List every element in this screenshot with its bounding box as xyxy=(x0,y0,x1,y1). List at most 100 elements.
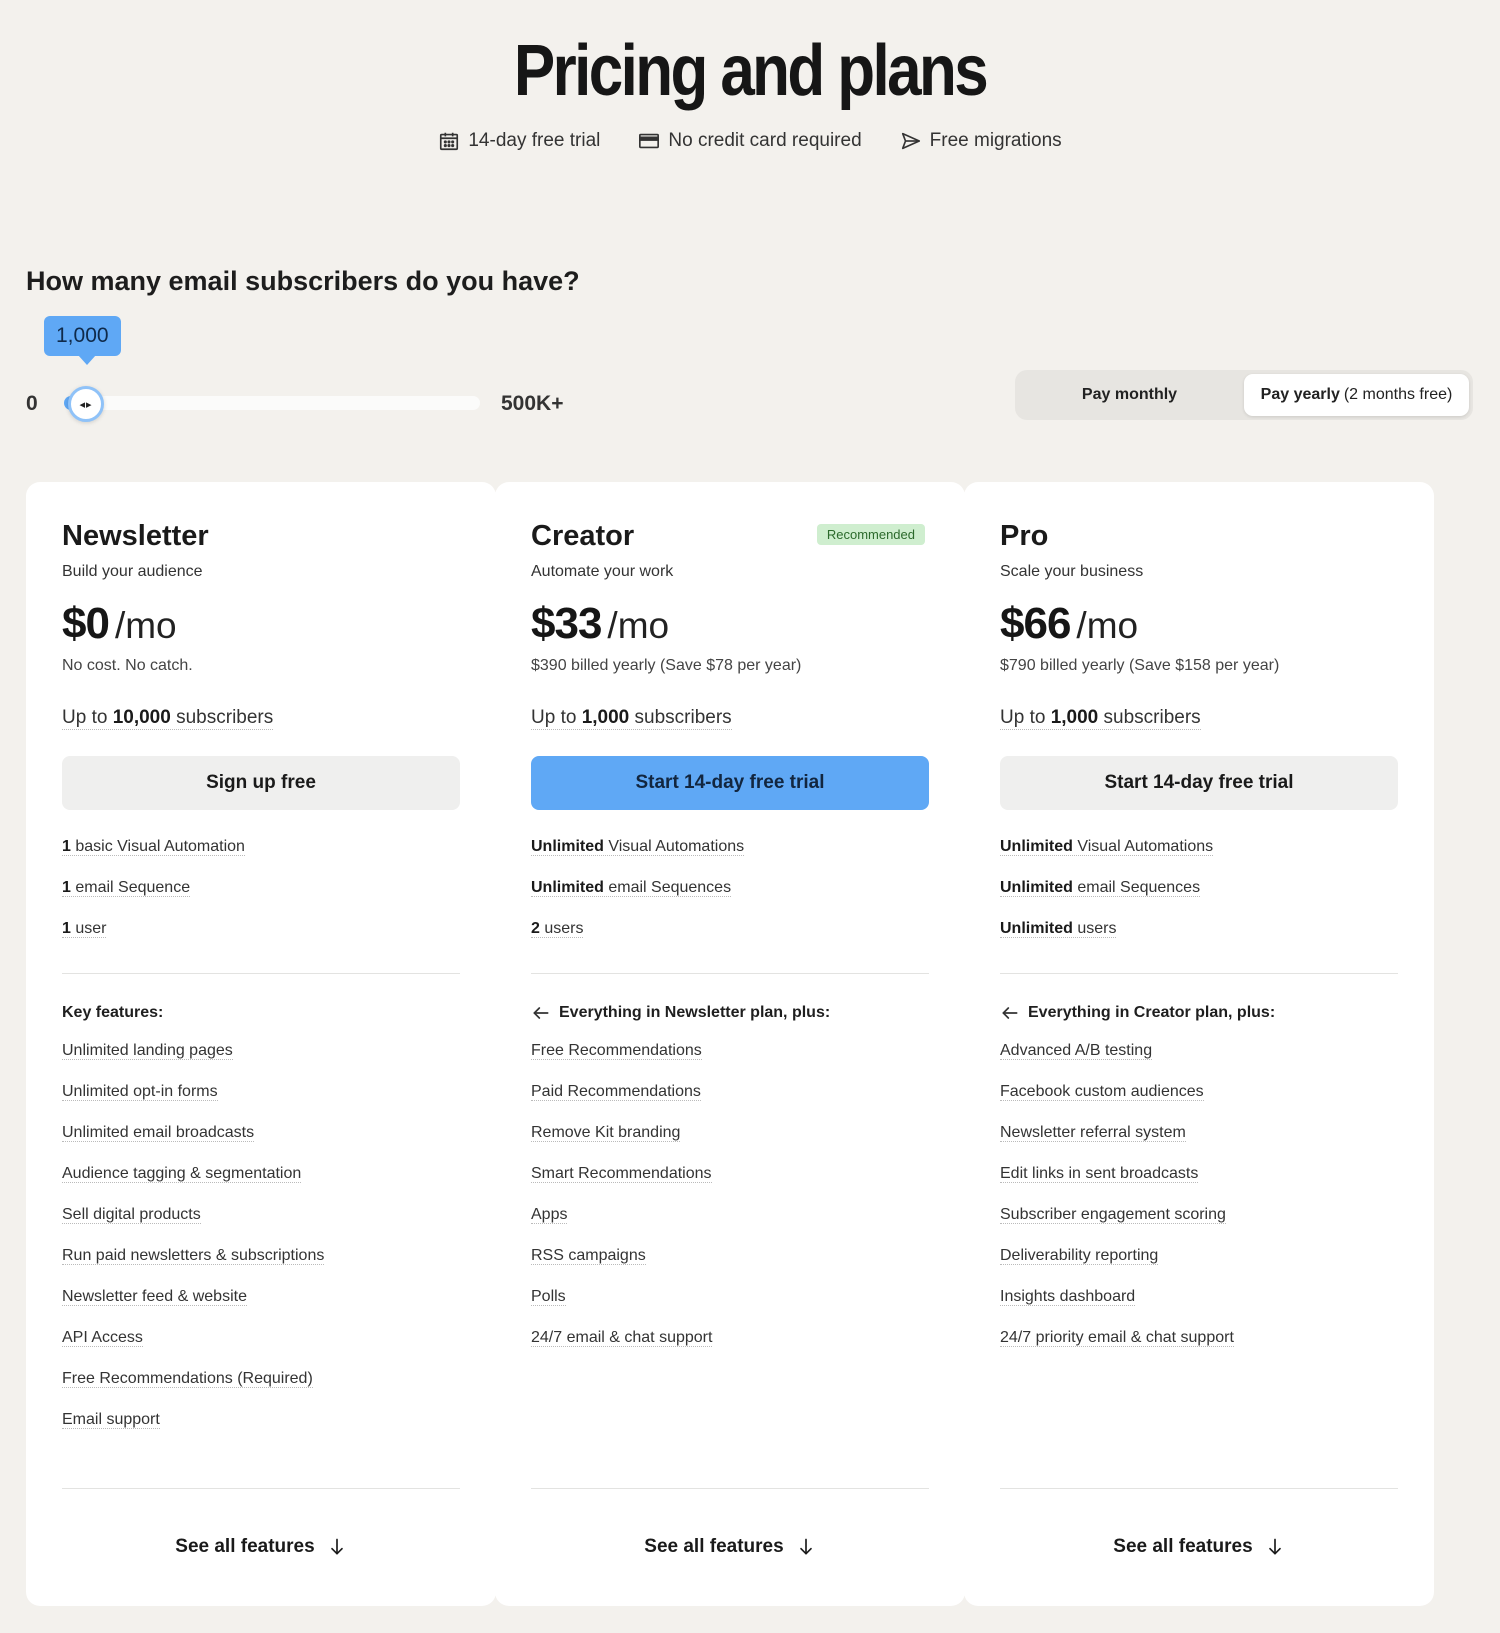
features-heading: Everything in Newsletter plan, plus: xyxy=(531,1002,929,1024)
limit-text: Visual Automations xyxy=(1072,838,1214,855)
feature-item[interactable]: Edit links in sent broadcasts xyxy=(1000,1165,1398,1206)
feature-label: 24/7 priority email & chat support xyxy=(1000,1329,1234,1347)
feature-label: Audience tagging & segmentation xyxy=(62,1165,302,1183)
plan-name: Pro xyxy=(1000,520,1049,552)
feature-item[interactable]: Insights dashboard xyxy=(1000,1288,1398,1329)
perk-free-trial: 14-day free trial xyxy=(438,130,600,152)
feature-label: Insights dashboard xyxy=(1000,1288,1136,1306)
see-all-label: See all features xyxy=(1113,1536,1253,1557)
feature-label: Subscriber engagement scoring xyxy=(1000,1206,1226,1224)
credit-card-icon xyxy=(639,133,660,149)
usage-limit-item: 2 users xyxy=(531,920,929,961)
limit-text: user xyxy=(70,920,107,937)
feature-item[interactable]: Sell digital products xyxy=(62,1206,460,1247)
feature-item[interactable]: Free Recommendations xyxy=(531,1042,929,1083)
sign-up-free-button[interactable]: Sign up free xyxy=(62,756,460,810)
feature-item[interactable]: RSS campaigns xyxy=(531,1247,929,1288)
limit-strong: 1 xyxy=(62,838,71,855)
plan-price: $66 xyxy=(1000,599,1071,648)
pay-yearly-option[interactable]: Pay yearly (2 months free) xyxy=(1244,374,1469,416)
limit-strong: 1 xyxy=(62,879,71,896)
feature-item[interactable]: Apps xyxy=(531,1206,929,1247)
feature-item[interactable]: Remove Kit branding xyxy=(531,1124,929,1165)
limit-text: users xyxy=(539,920,584,937)
see-all-features-link[interactable]: See all features xyxy=(964,1536,1434,1558)
feature-item[interactable]: Facebook custom audiences xyxy=(1000,1083,1398,1124)
slider-min-label: 0 xyxy=(26,392,38,415)
limit-prefix: Up to xyxy=(1000,707,1051,728)
limit-text: Visual Automations xyxy=(603,838,745,855)
arrow-down-icon xyxy=(327,1537,347,1557)
feature-label: Unlimited landing pages xyxy=(62,1042,233,1060)
billing-toggle[interactable]: Pay monthly Pay yearly (2 months free) xyxy=(1015,370,1473,420)
page-title: Pricing and plans xyxy=(513,31,989,111)
see-all-features-link[interactable]: See all features xyxy=(495,1536,965,1558)
limit-suffix: subscribers xyxy=(170,707,274,728)
subscriber-limit: Up to 1,000 subscribers xyxy=(531,707,732,730)
limit-strong: 1 xyxy=(62,920,71,937)
feature-item[interactable]: Run paid newsletters & subscriptions xyxy=(62,1247,460,1288)
usage-limits: Unlimited Visual Automations Unlimited em… xyxy=(1000,838,1398,961)
feature-label: Paid Recommendations xyxy=(531,1083,701,1101)
usage-limits: 1 basic Visual Automation 1 email Sequenc… xyxy=(62,838,460,961)
feature-label: Email support xyxy=(62,1411,160,1429)
usage-limit-item: 1 email Sequence xyxy=(62,879,460,920)
limit-text: basic Visual Automation xyxy=(70,838,245,855)
feature-item[interactable]: Paid Recommendations xyxy=(531,1083,929,1124)
feature-item[interactable]: Audience tagging & segmentation xyxy=(62,1165,460,1206)
plan-card-pro: Pro Scale your business $66/mo $790 billed … xyxy=(964,482,1434,1606)
limit-text: email Sequences xyxy=(603,879,732,896)
limit-strong: Unlimited xyxy=(531,838,604,855)
feature-item[interactable]: Email support xyxy=(62,1411,460,1452)
recommended-badge: Recommended xyxy=(816,524,925,545)
feature-label: Unlimited email broadcasts xyxy=(62,1124,255,1142)
limit-suffix: subscribers xyxy=(629,707,732,728)
feature-label: Run paid newsletters & subscriptions xyxy=(62,1247,325,1265)
usage-limit-item: Unlimited Visual Automations xyxy=(1000,838,1398,879)
limit-strong: Unlimited xyxy=(531,879,604,896)
slider-thumb[interactable]: ◂▸ xyxy=(68,386,104,422)
limit-suffix: subscribers xyxy=(1098,707,1201,728)
see-all-features-link[interactable]: See all features xyxy=(26,1536,496,1558)
see-all-label: See all features xyxy=(175,1536,315,1557)
feature-item[interactable]: Unlimited landing pages xyxy=(62,1042,460,1083)
limit-prefix: Up to xyxy=(62,707,113,728)
start-14-day-free-trial-button[interactable]: Start 14-day free trial xyxy=(1000,756,1398,810)
perk-label: Free migrations xyxy=(929,130,1062,151)
limit-value: 10,000 xyxy=(112,707,171,728)
feature-item[interactable]: Unlimited opt-in forms xyxy=(62,1083,460,1124)
slider-value-bubble: 1,000 xyxy=(44,316,121,365)
send-icon xyxy=(901,132,920,150)
feature-item[interactable]: Deliverability reporting xyxy=(1000,1247,1398,1288)
price-period: /mo xyxy=(1076,605,1139,646)
pay-monthly-option[interactable]: Pay monthly xyxy=(1019,374,1244,416)
feature-item[interactable]: Newsletter referral system xyxy=(1000,1124,1398,1165)
plan-price: $33 xyxy=(531,599,602,648)
plan-card-newsletter: Newsletter Build your audience $0/mo No cos… xyxy=(26,482,496,1606)
feature-item[interactable]: Newsletter feed & website xyxy=(62,1288,460,1329)
perk-migrations: Free migrations xyxy=(900,130,1062,152)
subscriber-slider[interactable]: 1,000 0 ◂▸ 500K+ xyxy=(26,316,586,426)
feature-label: Sell digital products xyxy=(62,1206,201,1224)
price-period: /mo xyxy=(114,605,177,646)
feature-item[interactable]: Smart Recommendations xyxy=(531,1165,929,1206)
usage-limit-item: 1 user xyxy=(62,920,460,961)
feature-item[interactable]: Unlimited email broadcasts xyxy=(62,1124,460,1165)
feature-item[interactable]: Subscriber engagement scoring xyxy=(1000,1206,1398,1247)
feature-item[interactable]: 24/7 email & chat support xyxy=(531,1329,929,1370)
plan-tagline: Scale your business xyxy=(1000,563,1144,580)
feature-item[interactable]: Free Recommendations (Required) xyxy=(62,1370,460,1411)
slider-track[interactable] xyxy=(64,396,480,410)
price-row: $66/mo xyxy=(1000,599,1398,649)
billing-note: $790 billed yearly (Save $158 per year) xyxy=(1000,657,1280,674)
divider xyxy=(62,973,460,974)
start-14-day-free-trial-button[interactable]: Start 14-day free trial xyxy=(531,756,929,810)
feature-item[interactable]: API Access xyxy=(62,1329,460,1370)
usage-limit-item: Unlimited Visual Automations xyxy=(531,838,929,879)
feature-item[interactable]: 24/7 priority email & chat support xyxy=(1000,1329,1398,1370)
feature-item[interactable]: Polls xyxy=(531,1288,929,1329)
limit-strong: Unlimited xyxy=(1000,879,1073,896)
feature-item[interactable]: Advanced A/B testing xyxy=(1000,1042,1398,1083)
subscriber-question: How many email subscribers do you have? xyxy=(26,266,580,296)
divider xyxy=(531,973,929,974)
